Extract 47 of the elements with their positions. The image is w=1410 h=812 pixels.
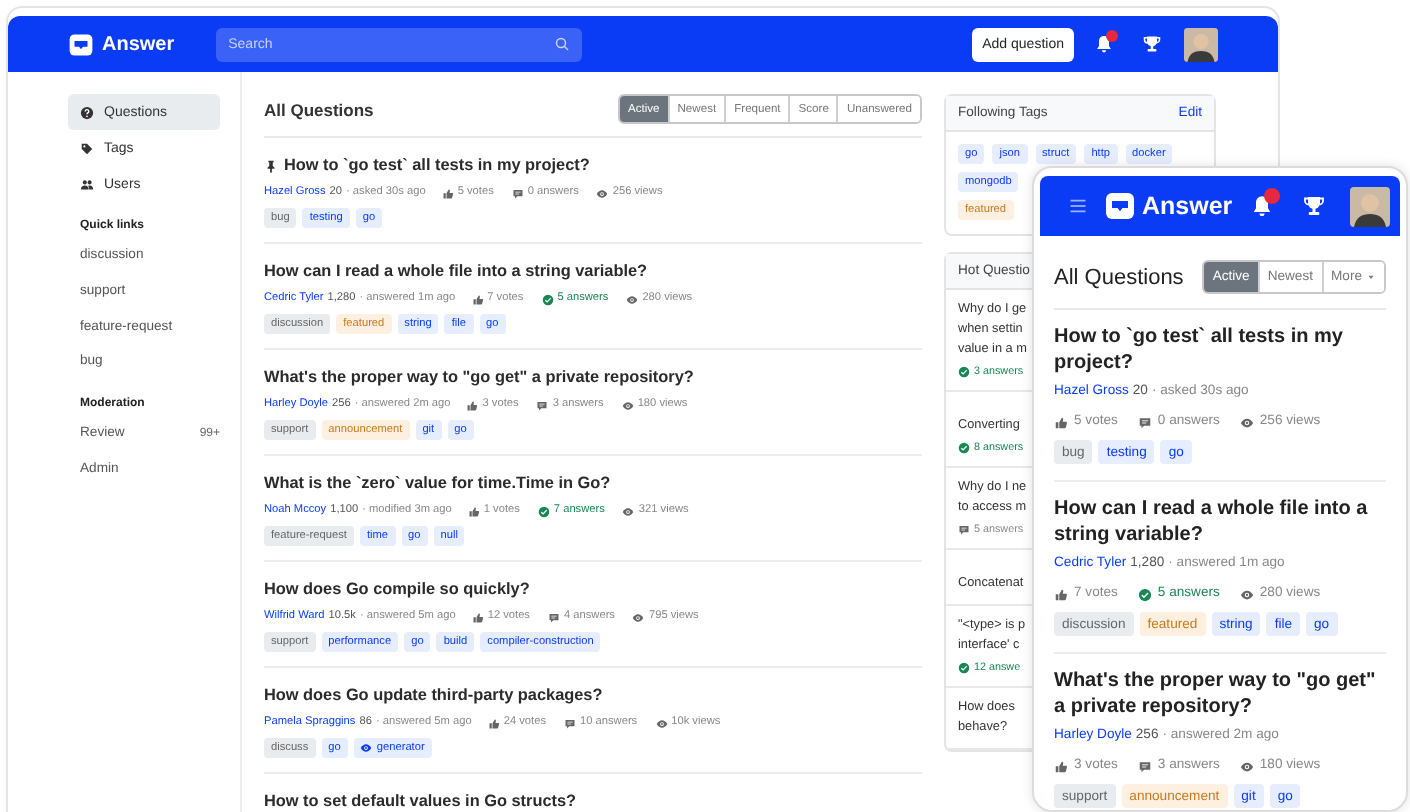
thumbs-up-icon [471,611,484,623]
thumbs-up-icon [1054,415,1068,429]
eye-icon [360,742,373,754]
tag-icon [80,141,94,155]
thumbs-up-icon [467,505,480,517]
avatar[interactable] [1184,25,1218,63]
logo-icon[interactable] [1104,190,1136,222]
question-title-link[interactable]: How to `go test` all tests in my project? [284,154,590,178]
eye-icon [1239,415,1254,429]
logo-text[interactable]: Answer [1142,192,1233,220]
eye-icon [632,611,645,623]
question-title-link[interactable]: How to `go test` all tests in my project? [1054,324,1386,376]
caret-icon [1366,272,1376,282]
logo-icon[interactable] [68,31,94,57]
page-title: All Questions [264,99,374,119]
eye-icon [621,399,634,411]
avatar[interactable] [1350,185,1390,227]
question-title-link[interactable]: How can I read a whole file into a string variable? [264,260,648,284]
thumbs-up-icon [1054,759,1068,773]
thumbs-up-icon [1054,587,1068,601]
question-title-link[interactable]: How to set default values in Go structs? [264,790,577,812]
question-title-link[interactable]: How does Go compile so quickly? [264,578,530,602]
eye-icon [655,717,668,729]
menu-icon[interactable] [1068,196,1088,216]
bell-icon[interactable] [1094,34,1114,54]
eye-icon [622,505,635,517]
eye-icon [626,293,639,305]
eye-icon [1239,587,1254,601]
logo-text[interactable]: Answer [102,33,175,55]
trophy-icon[interactable] [1302,194,1326,218]
thumbs-up-icon [487,717,500,729]
search-icon [554,36,571,52]
question-title-link[interactable]: How can I read a whole file into a string variable? [1054,496,1386,548]
trophy-icon[interactable] [1142,34,1162,54]
question-icon [80,105,94,119]
question-title-link[interactable]: How does Go update third-party packages? [264,684,603,708]
bell-icon[interactable] [1250,194,1274,218]
eye-icon [1239,759,1254,773]
thumbs-up-icon [441,187,454,199]
question-title-link[interactable]: What's the proper way to "go get" a private repository? [264,366,694,390]
thumbs-up-icon [471,293,484,305]
question-title-link[interactable]: What's the proper way to "go get" a private repository? [1054,668,1386,720]
thumbs-up-icon [466,399,479,411]
question-title-link[interactable]: What is the `zero` value for time.Time in Go? [264,472,611,496]
eye-icon [596,187,609,199]
users-icon [80,177,94,191]
page-title: All Questions [1054,265,1184,289]
